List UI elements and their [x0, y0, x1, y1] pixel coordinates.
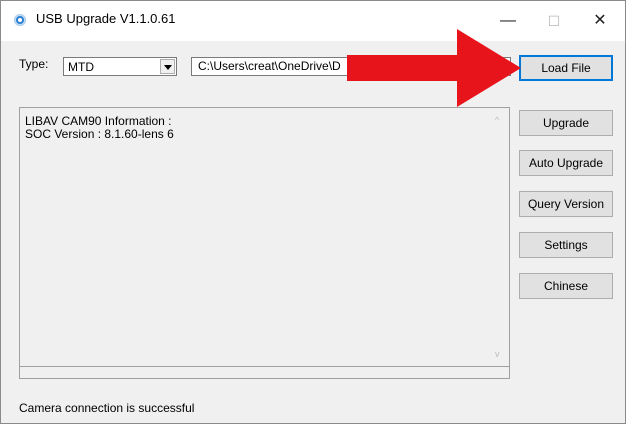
chevron-down-icon[interactable]	[160, 59, 175, 74]
type-dropdown[interactable]: MTD	[63, 57, 177, 76]
horizontal-scrollbar[interactable]	[19, 367, 510, 379]
info-log[interactable]: LIBAV CAM90 Information : SOC Version : …	[19, 107, 510, 367]
type-label: Type:	[19, 57, 49, 71]
app-logo-icon	[14, 14, 26, 26]
info-log-text: LIBAV CAM90 Information : SOC Version : …	[25, 114, 174, 141]
scroll-down-icon[interactable]: v	[495, 350, 503, 359]
auto-upgrade-button[interactable]: Auto Upgrade	[519, 150, 613, 176]
load-file-button[interactable]: Load File	[519, 55, 613, 81]
red-annotation-arrow-icon	[347, 29, 521, 107]
query-version-button[interactable]: Query Version	[519, 191, 613, 217]
scroll-up-icon[interactable]: ^	[495, 116, 503, 125]
window-title: USB Upgrade V1.1.0.61	[36, 11, 176, 26]
settings-button[interactable]: Settings	[519, 232, 613, 258]
status-text: Camera connection is successful	[19, 401, 195, 415]
title-bar: USB Upgrade V1.1.0.61 — ☐ ✕	[1, 1, 625, 41]
app-window: USB Upgrade V1.1.0.61 — ☐ ✕ Type: MTD C:…	[0, 0, 626, 424]
chinese-button[interactable]: Chinese	[519, 273, 613, 299]
maximize-button[interactable]: ☐	[531, 1, 577, 41]
type-dropdown-value: MTD	[68, 60, 94, 74]
upgrade-button[interactable]: Upgrade	[519, 110, 613, 136]
close-button[interactable]: ✕	[577, 1, 623, 41]
